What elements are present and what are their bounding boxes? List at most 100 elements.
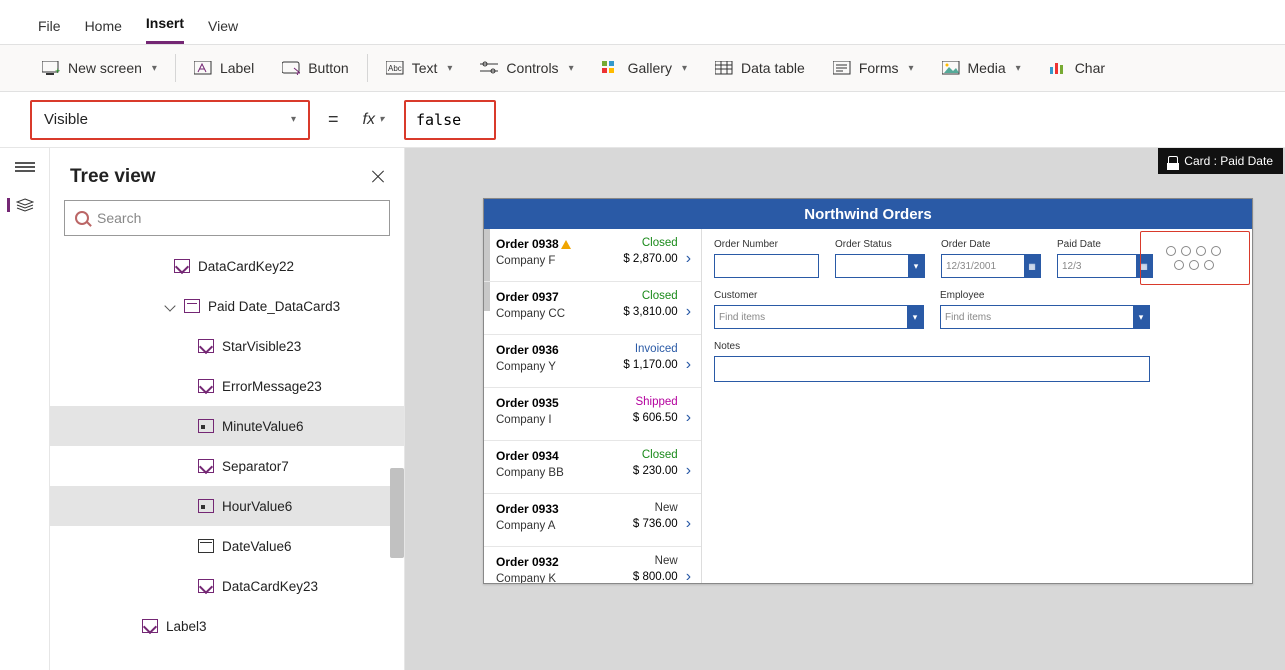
tree-item[interactable]: DataCardKey23 — [50, 566, 404, 606]
chevron-right-icon: › — [686, 250, 691, 268]
order-number: Order 0934 — [496, 449, 583, 463]
scrollbar-thumb[interactable] — [390, 468, 404, 558]
chevron-down-icon: ▾ — [907, 306, 923, 328]
chevron-down-icon: ▾ — [447, 63, 452, 74]
property-selector[interactable]: Visible ▾ — [30, 100, 310, 140]
new-screen-button[interactable]: + New screen ▾ — [28, 45, 171, 91]
order-list-item[interactable]: Order 0936Company YInvoiced$ 1,170.00› — [484, 335, 701, 388]
order-number: Order 0936 — [496, 343, 583, 357]
customer-combobox[interactable]: Find items ▾ — [714, 305, 924, 329]
tree-item[interactable]: ErrorMessage23 — [50, 366, 404, 406]
label-icon — [198, 379, 214, 393]
input-icon — [198, 419, 214, 433]
chevron-right-icon: › — [686, 356, 691, 374]
order-number: Order 0932 — [496, 555, 583, 569]
menu-tab-home[interactable]: Home — [85, 18, 122, 44]
order-number-input[interactable] — [714, 254, 819, 278]
data-table-button[interactable]: Data table — [701, 45, 819, 91]
label-icon — [194, 61, 212, 75]
tree-item[interactable]: HourValue6 — [50, 486, 404, 526]
order-status-label: Order Status — [835, 239, 925, 250]
formula-bar: Visible ▾ = fx ▾ — [0, 92, 1285, 148]
canvas-area: Card : Paid Date Northwind Orders Order … — [405, 148, 1285, 670]
chart-dropdown-label: Char — [1075, 60, 1105, 76]
tree-item[interactable]: DataCardKey22 — [50, 246, 404, 286]
label-icon — [198, 339, 214, 353]
order-list-item[interactable]: Order 0937Company CCClosed$ 3,810.00› — [484, 282, 701, 335]
label-icon — [142, 619, 158, 633]
order-list-item[interactable]: Order 0934Company BBClosed$ 230.00› — [484, 441, 701, 494]
controls-dropdown[interactable]: Controls ▾ — [466, 45, 587, 91]
tree-item[interactable]: StarVisible23 — [50, 326, 404, 366]
svg-text:+: + — [55, 66, 60, 75]
tree-item[interactable]: Paid Date_DataCard3 — [50, 286, 404, 326]
label-button[interactable]: Label — [180, 45, 268, 91]
order-list: Order 0938Company FClosed$ 2,870.00›Orde… — [484, 229, 702, 583]
forms-dropdown[interactable]: Forms ▾ — [819, 45, 928, 91]
order-price: $ 736.00 — [591, 518, 678, 530]
date-icon — [198, 539, 214, 553]
paid-date-picker[interactable]: 12/3 ▦ — [1057, 254, 1153, 278]
button-button-label: Button — [308, 60, 348, 76]
tree-view-rail-button[interactable] — [7, 198, 34, 212]
order-status-dropdown[interactable]: ▾ — [835, 254, 925, 278]
tree-item[interactable]: DateValue6 — [50, 526, 404, 566]
tree-item[interactable]: Separator7 — [50, 446, 404, 486]
paid-date-card-selection[interactable] — [1140, 231, 1250, 285]
media-dropdown[interactable]: Media ▾ — [928, 45, 1035, 91]
order-status: New — [591, 555, 678, 567]
order-company: Company A — [496, 520, 583, 532]
order-number: Order 0938 — [496, 237, 583, 251]
formula-input[interactable] — [404, 100, 496, 140]
table-icon — [715, 61, 733, 75]
lock-icon — [1168, 156, 1178, 166]
button-button[interactable]: Button — [268, 45, 362, 91]
fx-label: fx — [363, 111, 375, 129]
ribbon: + New screen ▾ Label Button Abc Text ▾ C… — [0, 44, 1285, 92]
card-icon — [184, 299, 200, 313]
hamburger-icon[interactable] — [15, 162, 35, 178]
text-dropdown[interactable]: Abc Text ▾ — [372, 45, 467, 91]
tree-item-label: Separator7 — [222, 459, 289, 474]
gallery-dropdown-label: Gallery — [628, 60, 672, 76]
close-icon[interactable] — [370, 169, 386, 185]
order-company: Company F — [496, 255, 583, 267]
tree-item-label: DataCardKey22 — [198, 259, 294, 274]
chart-dropdown[interactable]: Char — [1035, 45, 1119, 91]
order-status: Shipped — [591, 396, 678, 408]
tree-item[interactable]: MinuteValue6 — [50, 406, 404, 446]
tree-panel: Tree view Search DataCardKey22 Paid Date_… — [50, 148, 405, 670]
order-list-item[interactable]: Order 0932Company KNew$ 800.00› — [484, 547, 701, 583]
chevron-down-icon: ▾ — [1016, 63, 1021, 74]
chevron-right-icon: › — [686, 409, 691, 427]
search-input[interactable]: Search — [64, 200, 390, 236]
menu-tab-view[interactable]: View — [208, 18, 238, 44]
controls-icon — [480, 61, 498, 75]
order-list-item[interactable]: Order 0938Company FClosed$ 2,870.00› — [484, 229, 701, 282]
notes-input[interactable] — [714, 356, 1150, 382]
menu-tab-file[interactable]: File — [38, 18, 61, 44]
tree-item[interactable]: Label3 — [50, 606, 404, 646]
chevron-down-icon: ▾ — [682, 63, 687, 74]
tree-item-label: Label3 — [166, 619, 207, 634]
order-date-picker[interactable]: 12/31/2001 ▦ — [941, 254, 1041, 278]
menu-tabs: File Home Insert View — [0, 0, 1285, 44]
order-price: $ 3,810.00 — [591, 306, 678, 318]
menu-tab-insert[interactable]: Insert — [146, 15, 184, 44]
paid-date-value: 12/3 — [1062, 261, 1081, 272]
order-status: Invoiced — [591, 343, 678, 355]
tree-title: Tree view — [70, 166, 156, 188]
employee-combobox[interactable]: Find items ▾ — [940, 305, 1150, 329]
chevron-down-icon: ▾ — [152, 63, 157, 74]
order-list-item[interactable]: Order 0933Company ANew$ 736.00› — [484, 494, 701, 547]
new-screen-label: New screen — [68, 60, 142, 76]
gallery-dropdown[interactable]: Gallery ▾ — [588, 45, 701, 91]
chevron-right-icon: › — [686, 568, 691, 583]
fx-button[interactable]: fx ▾ — [357, 100, 390, 140]
order-list-item[interactable]: Order 0935Company IShipped$ 606.50› — [484, 388, 701, 441]
svg-text:Abc: Abc — [388, 64, 402, 73]
app-canvas[interactable]: Northwind Orders Order 0938Company FClos… — [483, 198, 1253, 584]
chevron-down-icon: ▾ — [379, 114, 384, 125]
data-table-label: Data table — [741, 60, 805, 76]
tree-item-label: StarVisible23 — [222, 339, 301, 354]
